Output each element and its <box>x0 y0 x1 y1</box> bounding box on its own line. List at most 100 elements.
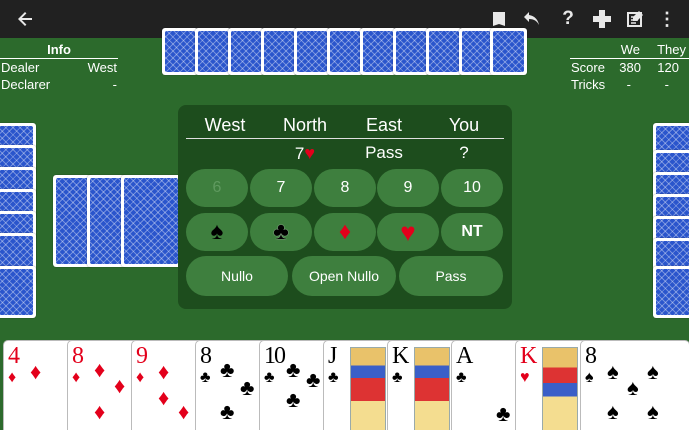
diamond-icon: ♦ <box>94 399 106 424</box>
king-face-image <box>542 347 578 430</box>
spade-icon: ♠ <box>627 375 639 400</box>
north-bid-level: 7 <box>294 144 305 163</box>
nullo-button[interactable]: Nullo <box>186 256 288 296</box>
club-icon: ♣ <box>240 375 255 400</box>
dealer-label: Dealer <box>1 60 40 75</box>
diamond-icon: ♦ <box>72 369 81 386</box>
diamond-icon: ♦ <box>136 369 145 386</box>
card-back <box>426 28 462 75</box>
score-we: 380 <box>619 60 641 75</box>
open-nullo-button[interactable]: Open Nullo <box>292 256 396 296</box>
tricks-we: - <box>626 77 631 92</box>
card-rank: A <box>456 343 473 369</box>
card-back <box>653 266 689 318</box>
club-icon: ♣ <box>220 357 235 382</box>
score-label: Score <box>571 60 605 75</box>
player-east: East <box>365 115 403 135</box>
card-rank: 9 <box>136 343 148 369</box>
score-they: 120 <box>657 60 679 75</box>
spade-icon: ♠ <box>607 359 619 384</box>
divider <box>186 138 504 139</box>
club-icon: ♣ <box>306 367 321 392</box>
diamond-button[interactable]: ♦ <box>314 213 376 251</box>
club-icon: ♣ <box>200 369 211 386</box>
king-face-image <box>414 347 450 430</box>
diamond-icon: ♦ <box>158 385 170 410</box>
club-icon: ♣ <box>264 369 275 386</box>
edit-icon[interactable] <box>619 0 653 38</box>
diamond-icon: ♦ <box>8 369 17 386</box>
card-back <box>360 28 396 75</box>
club-icon: ♣ <box>328 369 339 386</box>
pass-button[interactable]: Pass <box>399 256 503 296</box>
diamond-icon: ♦ <box>30 359 42 384</box>
spade-icon: ♠ <box>585 369 594 386</box>
bid-9-button[interactable]: 9 <box>377 169 439 207</box>
player-north: North <box>282 115 327 135</box>
player-you: You <box>448 115 480 135</box>
heart-icon: ♥ <box>400 216 416 247</box>
bid-7-button[interactable]: 7 <box>250 169 312 207</box>
club-icon: ♣ <box>286 387 301 412</box>
club-icon: ♣ <box>496 401 511 426</box>
arrow-left-icon[interactable] <box>8 0 42 38</box>
diamond-icon: ♦ <box>338 218 352 245</box>
tricks-label: Tricks <box>571 77 606 92</box>
info-panel: Info Dealer West Declarer - <box>0 41 118 93</box>
card-rank: J <box>328 343 337 369</box>
heart-icon: ♥ <box>304 143 316 163</box>
card-back <box>294 28 330 75</box>
card-8-spades[interactable]: 8 ♠ ♠ ♠ ♠ ♠ ♠ <box>580 340 689 430</box>
declarer-value: - <box>112 77 117 92</box>
bid-6-button[interactable]: 6 <box>186 169 248 207</box>
info-title: Info <box>0 41 118 59</box>
bidding-panel: West North East You 7♥ Pass ? 6 7 8 9 10… <box>178 105 512 309</box>
card-rank: 8 <box>585 343 597 369</box>
club-icon: ♣ <box>456 369 467 386</box>
north-bid: 7♥ <box>265 143 345 164</box>
card-rank: 4 <box>8 343 20 369</box>
spade-button[interactable]: ♠ <box>186 213 248 251</box>
you-bid: ? <box>459 143 469 162</box>
east-bid: Pass <box>365 143 403 162</box>
card-back <box>490 28 527 75</box>
card-rank: 10 <box>264 343 286 369</box>
help-icon[interactable]: ? <box>551 0 585 38</box>
score-col-they: They <box>657 42 686 57</box>
club-icon: ♣ <box>286 357 301 382</box>
declarer-label: Declarer <box>1 77 51 92</box>
club-icon: ♣ <box>392 369 403 386</box>
card-back <box>121 175 181 267</box>
no-trump-button[interactable]: NT <box>441 213 503 251</box>
card-back <box>0 266 36 318</box>
club-icon: ♣ <box>273 218 289 245</box>
dealer-value: West <box>87 60 117 75</box>
bid-10-button[interactable]: 10 <box>441 169 503 207</box>
diamond-icon: ♦ <box>178 399 190 424</box>
spade-icon: ♠ <box>647 399 659 424</box>
card-back <box>327 28 363 75</box>
card-back <box>162 28 198 75</box>
club-icon: ♣ <box>220 399 235 424</box>
card-back <box>195 28 231 75</box>
club-button[interactable]: ♣ <box>250 213 312 251</box>
card-rank: K <box>392 343 409 369</box>
card-back <box>228 28 264 75</box>
heart-icon: ♥ <box>520 369 530 386</box>
card-rank: 8 <box>72 343 84 369</box>
diamond-icon: ♦ <box>114 373 126 398</box>
diamond-icon: ♦ <box>158 359 170 384</box>
heart-button[interactable]: ♥ <box>377 213 439 251</box>
player-hand: 4 ♦ ♦ 8 ♦ ♦ ♦ ♦ 9 ♦ ♦ ♦ ♦ 8 ♣ ♣ ♣ ♣ 10 ♣… <box>0 340 689 430</box>
tricks-they: - <box>664 77 669 92</box>
spade-icon: ♠ <box>210 218 224 245</box>
player-west: West <box>204 115 246 135</box>
jack-face-image <box>350 347 386 430</box>
more-vert-icon[interactable]: ⋮ <box>650 0 684 38</box>
diamond-icon: ♦ <box>94 357 106 382</box>
spade-icon: ♠ <box>607 399 619 424</box>
score-panel: We They Score 380 120 Tricks - - <box>570 41 689 93</box>
plus-icon[interactable] <box>585 0 619 38</box>
card-rank: K <box>520 343 537 369</box>
bid-8-button[interactable]: 8 <box>314 169 376 207</box>
